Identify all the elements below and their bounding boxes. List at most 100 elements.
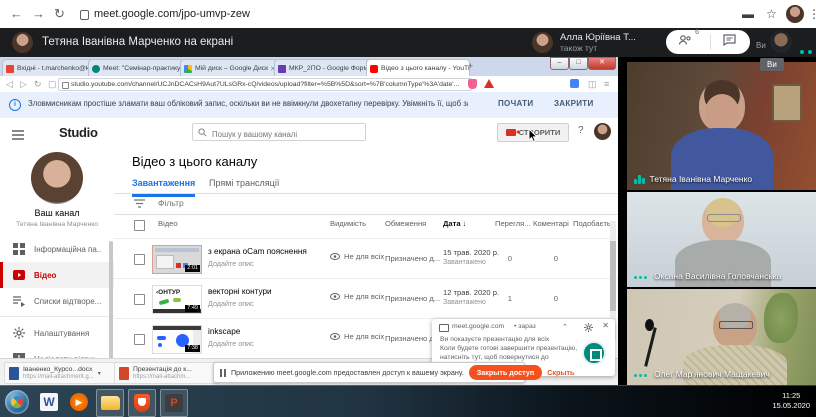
start-button[interactable] xyxy=(5,390,29,414)
browser-menu-icon[interactable]: ⋮ xyxy=(808,0,816,28)
translate-icon[interactable] xyxy=(570,79,579,88)
help-icon[interactable]: ? xyxy=(578,125,584,136)
taskbar-powerpoint-icon[interactable]: P xyxy=(160,389,188,417)
tab-gmail[interactable]: Вхідні - t.marchenko@kubg.ed...✕ xyxy=(2,59,94,77)
warning-extension-icon[interactable] xyxy=(484,79,494,88)
taskbar-clock[interactable]: 11:25 15.05.2020 xyxy=(772,391,810,411)
tab-meet[interactable]: Meet: "Семінар-практикум" ✕ xyxy=(88,59,184,77)
browser-profile-avatar[interactable] xyxy=(786,5,804,23)
channel-label: Ваш канал xyxy=(34,208,80,218)
chat-icon[interactable] xyxy=(723,33,736,51)
menu-icon[interactable]: ≡ xyxy=(604,76,609,92)
select-all-checkbox[interactable] xyxy=(134,220,145,231)
studio-brand[interactable]: Studio xyxy=(59,125,98,140)
video-thumbnail[interactable]: ‹ОНТУР 7:49 xyxy=(152,285,202,314)
search-input[interactable] xyxy=(210,129,354,140)
youtube-icon xyxy=(370,64,378,73)
start-button[interactable]: ПОЧАТИ xyxy=(498,92,533,116)
minimize-button[interactable]: – xyxy=(550,57,569,70)
taskbar-brave-icon[interactable] xyxy=(128,389,156,417)
row-checkbox[interactable] xyxy=(134,294,145,305)
col-date-sorted[interactable]: Дата ↓ xyxy=(443,219,466,228)
col-restrictions[interactable]: Обмеження xyxy=(385,219,426,228)
close-window-button[interactable]: ✕ xyxy=(588,57,616,70)
tab-live[interactable]: Прямі трансляції xyxy=(209,178,279,188)
video-tile-presenter[interactable]: Тетяна Іванівна Марченко xyxy=(627,62,816,190)
channel-avatar[interactable] xyxy=(31,152,83,204)
close-notice-button[interactable]: ЗАКРИТИ xyxy=(554,92,594,116)
camcorder-icon xyxy=(505,129,519,136)
sidebar-item-videos[interactable]: Відео xyxy=(0,262,114,288)
back-icon[interactable]: ← xyxy=(10,0,23,28)
sidebar-item-playlists[interactable]: Списки відтворе... xyxy=(0,288,114,314)
download-item[interactable]: Презентація до к... https://mail-attachm… xyxy=(114,362,220,384)
cast-icon[interactable]: ◫ xyxy=(588,76,597,92)
video-title[interactable]: з екрана оCam пояснення xyxy=(208,247,316,256)
meet-icon xyxy=(92,64,100,73)
studio-header: Studio СТВОРИТИ ? xyxy=(0,118,618,147)
col-video[interactable]: Відео xyxy=(158,219,178,228)
forward-icon[interactable]: ▷ xyxy=(20,76,27,92)
video-title[interactable]: inkscape xyxy=(208,327,316,336)
forward-icon[interactable]: → xyxy=(32,0,45,28)
forms-icon xyxy=(278,64,286,73)
video-description[interactable]: Додайте опис xyxy=(208,299,254,308)
tab-drive[interactable]: Мій диск – Google Диск✕ xyxy=(180,59,278,77)
sidebar-item-label: Відео xyxy=(34,270,57,280)
studio-avatar[interactable] xyxy=(594,123,611,140)
back-icon[interactable]: ◁ xyxy=(6,76,13,92)
taskbar-media-player-icon[interactable]: ▶ xyxy=(66,389,92,415)
taskbar-explorer-icon[interactable] xyxy=(96,389,124,417)
video-description[interactable]: Додайте опис xyxy=(208,259,254,268)
presenter-avatar xyxy=(12,32,33,53)
adblock-extension-icon[interactable] xyxy=(468,79,477,89)
stop-sharing-button[interactable]: Закрыть доступ xyxy=(468,365,543,380)
audio-indicator-icon xyxy=(634,271,649,281)
taskbar-word-icon[interactable]: W xyxy=(36,389,62,415)
people-icon[interactable]: 6 xyxy=(678,29,699,51)
sidebar-item-dashboard[interactable]: Інформаційна па.. xyxy=(0,236,114,262)
gear-icon[interactable] xyxy=(584,323,593,332)
video-description[interactable]: Додайте опис xyxy=(208,339,254,348)
video-thumbnail[interactable]: 2:01 xyxy=(152,245,202,274)
studio-search-box[interactable] xyxy=(192,123,366,141)
col-views[interactable]: Перегля... xyxy=(495,219,531,228)
filter-icon[interactable] xyxy=(134,199,145,208)
filter-label[interactable]: Фільтр xyxy=(158,198,184,208)
sidebar-item-settings[interactable]: Налаштування xyxy=(0,320,114,346)
address-bar[interactable]: meet.google.com/jpo-umvp-zew xyxy=(94,0,250,28)
views-cell: 1 xyxy=(507,294,512,303)
col-comments[interactable]: Коментарі xyxy=(533,219,569,228)
maximize-button[interactable]: □ xyxy=(569,57,588,70)
new-tab-icon[interactable]: + xyxy=(468,61,473,71)
bookmark-star-icon[interactable]: ☆ xyxy=(766,0,777,28)
video-tile-participant3[interactable]: Олег Мар'янович Мащакевич xyxy=(627,289,816,385)
shared-address-bar: ◁ ▷ ↻ ▢ studio.youtube.com/channel/UCJnD… xyxy=(0,76,618,93)
tab-uploads[interactable]: Завантаження xyxy=(132,178,196,197)
reload-icon[interactable]: ↻ xyxy=(54,0,65,28)
collapse-icon[interactable]: ⌃ xyxy=(562,323,568,331)
shared-url-field[interactable]: studio.youtube.com/channel/UCJnDCACsH9Au… xyxy=(58,78,472,91)
hide-share-bar-button[interactable]: Скрыть xyxy=(547,368,574,377)
table-row[interactable]: ‹ОНТУР 7:49 векторні контури Додайте опи… xyxy=(114,278,618,319)
close-icon[interactable]: ✕ xyxy=(602,321,609,330)
video-thumbnail[interactable]: 7:38 xyxy=(152,325,202,354)
col-visibility[interactable]: Видимість xyxy=(330,219,366,228)
hamburger-icon[interactable] xyxy=(12,127,24,145)
tab-forms[interactable]: МКР_2ПО - Google Форми✕ xyxy=(274,59,370,77)
mouse-cursor xyxy=(528,128,539,143)
camera-indicator-icon[interactable]: ▬ xyxy=(742,0,754,28)
video-tile-participant2[interactable]: Оксана Василівна Головчанська xyxy=(627,192,816,287)
tab-youtube-active[interactable]: Відео з цього каналу - YouTube✕ xyxy=(366,59,470,77)
chevron-down-icon[interactable]: ▾ xyxy=(98,370,101,377)
self-avatar[interactable] xyxy=(770,31,792,53)
col-likes[interactable]: Подобається xyxy=(573,219,613,228)
meet-controls-pill: 6 xyxy=(666,29,750,54)
reload-icon[interactable]: ↻ xyxy=(34,76,42,92)
download-item[interactable]: Іваненко_Курсо...docx https://mail-attac… xyxy=(4,362,118,384)
row-checkbox[interactable] xyxy=(134,334,145,345)
bookmark-icon[interactable]: ▢ xyxy=(48,76,57,92)
video-title[interactable]: векторні контури xyxy=(208,287,316,296)
table-row[interactable]: 2:01 з екрана оCam пояснення Додайте опи… xyxy=(114,238,618,279)
row-checkbox[interactable] xyxy=(134,254,145,265)
